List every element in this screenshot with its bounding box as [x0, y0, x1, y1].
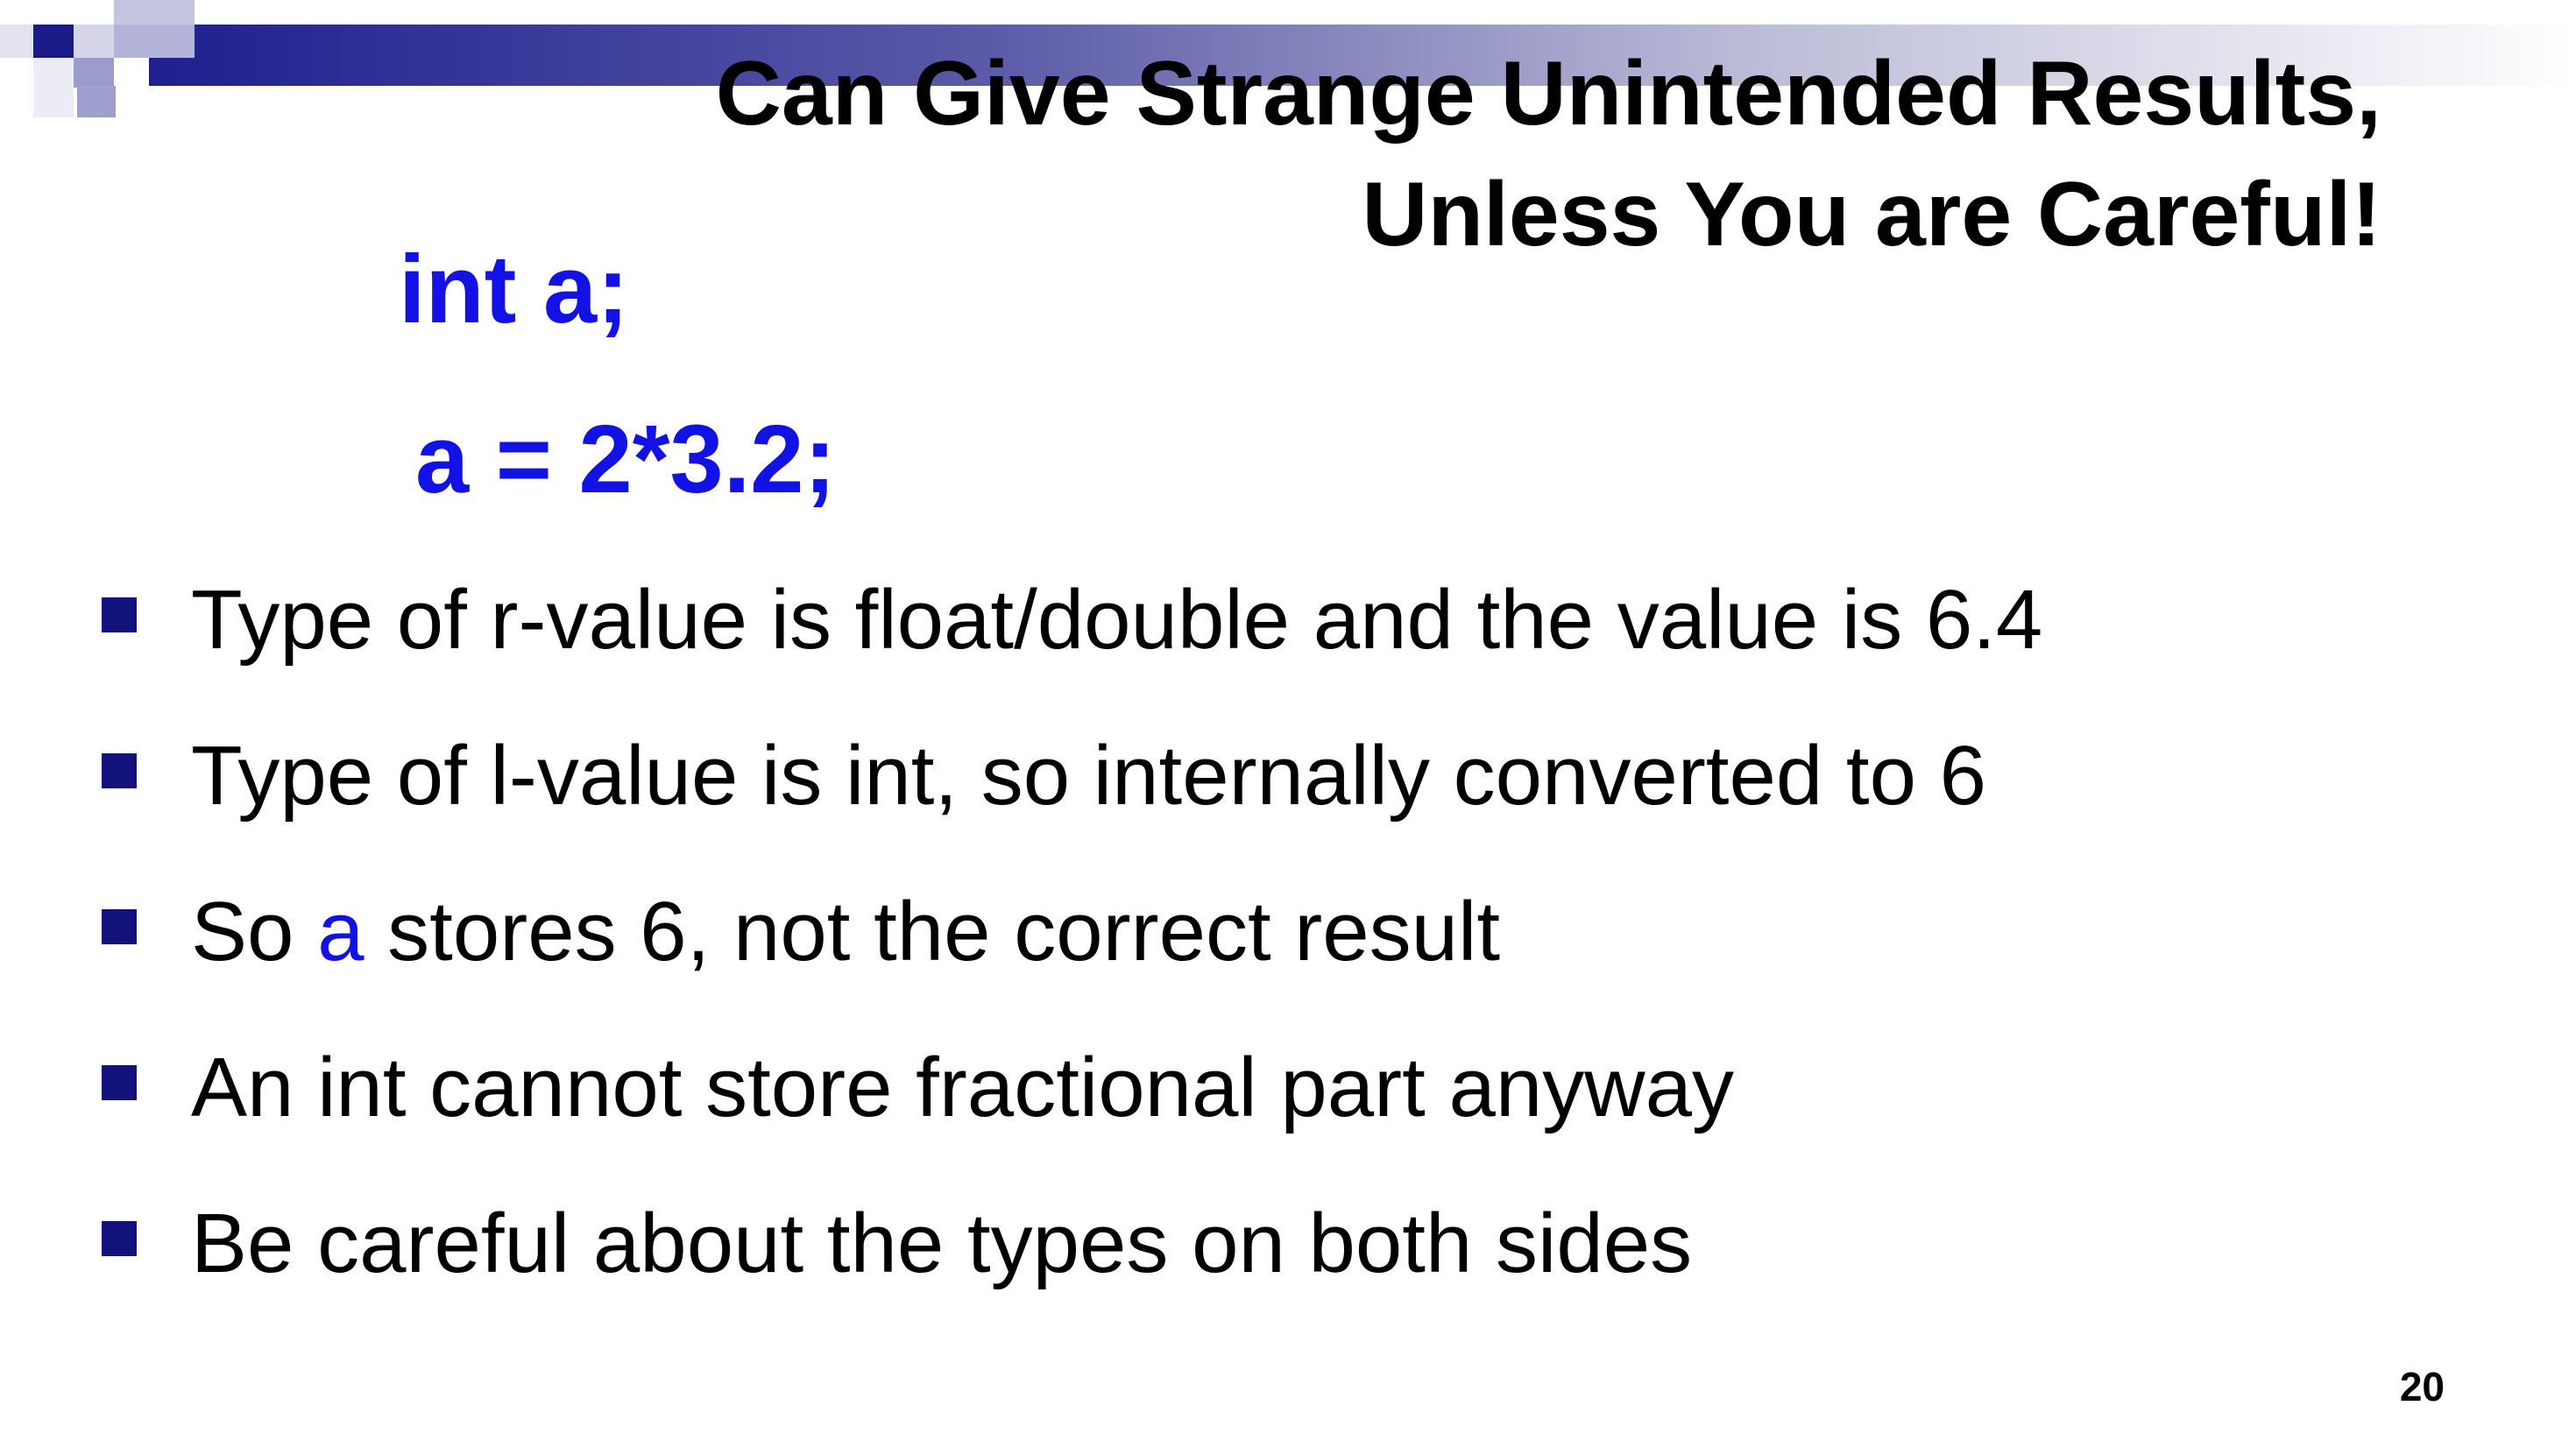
bullet-text: Type of l-value is int, so internally co… — [191, 729, 1987, 823]
bullet-square-icon — [102, 597, 137, 632]
bullet-item: Type of r-value is float/double and the … — [98, 561, 2376, 666]
bullet-text: An int cannot store fractional part anyw… — [191, 1041, 1734, 1134]
decor-square — [74, 25, 114, 58]
bullet-item: So a stores 6, not the correct result — [98, 872, 2376, 978]
bullet-text: Be careful about the types on both sides — [191, 1197, 1693, 1290]
inline-variable-a: a — [317, 885, 364, 978]
page-number: 20 — [2399, 1364, 2445, 1409]
decor-square — [114, 25, 195, 58]
code-line-declaration: int a; — [399, 236, 629, 343]
bullet-item: Be careful about the types on both sides — [98, 1184, 2376, 1289]
bullet-text: So a stores 6, not the correct result — [191, 890, 1500, 974]
decor-square — [74, 58, 114, 88]
bullet-square-icon — [102, 753, 137, 788]
slide: Can Give Strange Unintended Results, Unl… — [0, 0, 2576, 1448]
bullet-text-before: So — [191, 885, 318, 978]
decor-square — [77, 86, 116, 117]
bullet-square-icon — [102, 1065, 137, 1100]
bullet-text-after: stores 6, not the correct result — [364, 885, 1501, 978]
bullet-square-icon — [102, 1221, 137, 1256]
decor-square — [33, 25, 74, 58]
bullet-square-icon — [102, 909, 137, 944]
code-line-assignment: a = 2*3.2; — [415, 406, 837, 513]
decor-square — [0, 25, 33, 58]
bullet-text: Type of r-value is float/double and the … — [191, 573, 2043, 667]
bullet-item: Type of l-value is int, so internally co… — [98, 717, 2376, 822]
slide-title-line-1: Can Give Strange Unintended Results, — [715, 43, 2381, 145]
bullet-item: An int cannot store fractional part anyw… — [98, 1028, 2376, 1134]
decor-square — [33, 58, 74, 117]
decor-square — [0, 58, 33, 117]
